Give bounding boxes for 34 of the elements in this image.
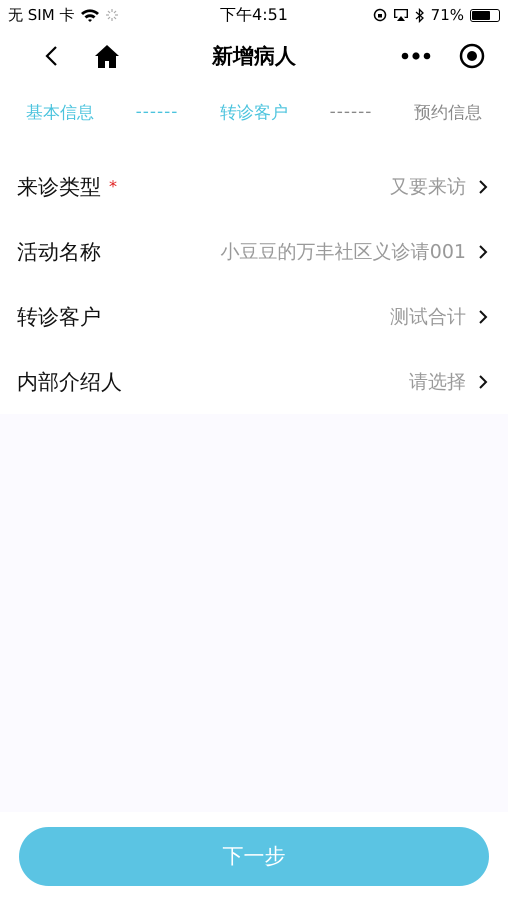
page-title: 新增病人 [210, 43, 297, 70]
required-mark: * [109, 177, 117, 196]
back-icon[interactable] [44, 45, 58, 67]
field-value: 测试合计 [390, 304, 466, 330]
battery-icon [470, 8, 500, 22]
chevron-right-icon [478, 178, 488, 194]
field-label: 内部介绍人 [17, 368, 122, 396]
chevron-right-icon [478, 308, 488, 324]
carrier-text: 无 SIM 卡 [8, 6, 74, 24]
form-row[interactable]: 来诊类型 * 又要来访 [0, 154, 508, 219]
close-miniapp-icon[interactable] [459, 43, 485, 69]
rotation-lock-icon [372, 8, 387, 22]
field-label: 活动名称 [17, 238, 101, 266]
loading-icon [106, 9, 118, 21]
form-row[interactable]: 活动名称 小豆豆的万丰社区义诊请001 [0, 219, 508, 284]
field-value: 又要来访 [390, 174, 466, 200]
battery-text: 71% [430, 6, 464, 24]
step-label[interactable]: 预约信息 [414, 100, 482, 124]
more-icon[interactable] [401, 52, 431, 60]
form-row[interactable]: 转诊客户 测试合计 [0, 284, 508, 349]
field-value: 小豆豆的万丰社区义诊请001 [220, 240, 466, 264]
bluetooth-icon [414, 8, 425, 22]
step-connector: ------ [136, 102, 178, 122]
field-value: 请选择 [409, 370, 466, 394]
airplay-icon [392, 8, 409, 22]
step-connector: ------ [330, 102, 372, 122]
wifi-icon [80, 8, 100, 22]
form-row[interactable]: 内部介绍人 请选择 [0, 349, 508, 414]
field-label: 来诊类型 [17, 174, 101, 200]
clock-text: 下午4:51 [220, 4, 288, 26]
home-icon[interactable] [94, 44, 120, 68]
field-label: 转诊客户 [17, 304, 101, 330]
chevron-right-icon [478, 244, 488, 260]
chevron-right-icon [478, 374, 488, 390]
